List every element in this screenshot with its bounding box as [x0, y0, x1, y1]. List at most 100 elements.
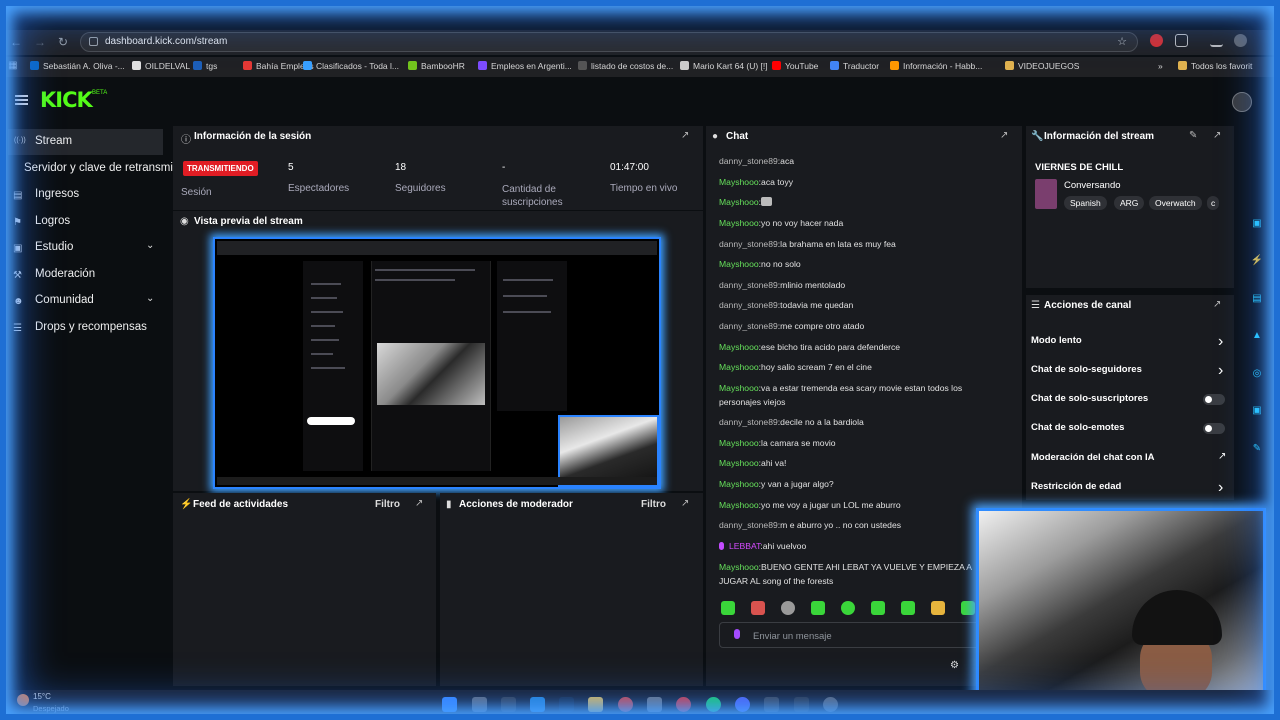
sidebar-item-4[interactable]: ▣ Estudio ⌄ — [0, 235, 170, 261]
activity-filter-button[interactable]: Filtro — [375, 499, 400, 510]
weather-desc[interactable]: Despejado — [33, 704, 69, 713]
chat-message[interactable]: danny_stone89:decile no a la bardiola — [719, 416, 984, 430]
expand-icon[interactable]: ↗ — [681, 130, 689, 141]
mic-icon[interactable] — [734, 629, 740, 639]
emote-icon[interactable] — [781, 601, 795, 615]
bookmark-label[interactable]: Todos los favorit — [1191, 61, 1252, 71]
bookmark-label[interactable]: Traductor — [843, 61, 879, 71]
emote-icon[interactable] — [721, 601, 735, 615]
chat-message[interactable]: Mayshooo:ahi va! — [719, 457, 984, 471]
sidebar-item-1[interactable]: Servidor y clave de retransmisión — [0, 156, 194, 182]
chat-input[interactable]: Enviar un mensaje — [719, 622, 981, 648]
stream-tag[interactable]: Spanish — [1064, 196, 1107, 210]
side-tool-icon[interactable]: ▣ — [1244, 218, 1270, 236]
chat-username[interactable]: Mayshooo — [719, 479, 759, 489]
sidebar-item-2[interactable]: ▤ Ingresos — [0, 182, 170, 208]
chat-username[interactable]: danny_stone89 — [719, 239, 778, 249]
chat-message[interactable]: Mayshooo:ese bicho tira acido para defen… — [719, 341, 984, 355]
chat-username[interactable]: danny_stone89 — [719, 520, 778, 530]
explorer-icon[interactable] — [588, 697, 603, 712]
expand-icon[interactable]: ↗ — [415, 498, 423, 509]
chevron-right-icon[interactable]: › — [1218, 479, 1223, 497]
chat-username[interactable]: danny_stone89 — [719, 417, 778, 427]
emote-icon[interactable] — [871, 601, 885, 615]
channel-action-0[interactable]: Modo lento — [1031, 335, 1082, 346]
chat-username[interactable]: Mayshooo — [719, 177, 759, 187]
chat-username[interactable]: Mayshooo — [719, 197, 759, 207]
forward-icon[interactable]: → — [34, 35, 46, 49]
bookmark-label[interactable]: tgs — [206, 61, 217, 71]
search-icon[interactable] — [472, 697, 487, 712]
weather-temp[interactable]: 15°C — [33, 692, 51, 701]
bookmark-1[interactable]: OILDELVAL — [132, 61, 190, 71]
side-tool-icon[interactable]: ✎ — [1244, 443, 1270, 461]
channel-action-5[interactable]: Restricción de edad — [1031, 481, 1121, 492]
more-bookmarks-icon[interactable]: » — [1158, 61, 1163, 71]
bookmark-10[interactable]: Traductor — [830, 61, 879, 71]
user-avatar[interactable] — [1232, 92, 1252, 112]
emote-icon[interactable] — [841, 601, 855, 615]
chat-message[interactable]: Mayshooo:hoy salio scream 7 en el cine — [719, 361, 984, 375]
side-tool-icon[interactable]: ▲ — [1244, 330, 1270, 348]
expand-icon[interactable]: ↗ — [1213, 130, 1221, 141]
chat-message[interactable]: Mayshooo:yo no voy hacer nada — [719, 217, 984, 231]
chat-message[interactable]: danny_stone89:aca — [719, 155, 984, 169]
chat-message[interactable]: LEBBAT:ahi vuelvoo — [719, 540, 984, 554]
side-tool-icon[interactable]: ◎ — [1244, 368, 1270, 386]
chat-input-placeholder[interactable]: Enviar un mensaje — [753, 631, 832, 642]
profile-icon[interactable] — [1234, 34, 1247, 47]
bookmark-8[interactable]: Mario Kart 64 (U) [!] — [680, 61, 768, 71]
stream-tag[interactable]: c — [1207, 196, 1220, 210]
toggle-switch[interactable] — [1203, 423, 1225, 434]
chat-username[interactable]: danny_stone89 — [719, 321, 778, 331]
chevron-right-icon[interactable]: › — [1218, 362, 1223, 380]
url-text[interactable]: dashboard.kick.com/stream — [105, 36, 227, 47]
chat-username[interactable]: Mayshooo — [719, 218, 759, 228]
bookmark-label[interactable]: VIDEOJUEGOS — [1018, 61, 1079, 71]
external-link-icon[interactable]: ↗ — [1218, 451, 1226, 462]
chat-username[interactable]: Mayshooo — [719, 342, 759, 352]
discord-icon[interactable] — [735, 697, 750, 712]
stream-tag[interactable]: Overwatch — [1149, 196, 1202, 210]
chat-message[interactable]: Mayshooo:va a estar tremenda esa scary m… — [719, 382, 984, 409]
chat-username[interactable]: Mayshooo — [719, 562, 759, 572]
chat-message[interactable]: danny_stone89:mlinio mentolado — [719, 279, 984, 293]
chat-message[interactable]: danny_stone89:m e aburro yo .. no con us… — [719, 519, 984, 533]
spotify-icon[interactable] — [706, 697, 721, 712]
chat-message[interactable]: Mayshooo:y van a jugar algo? — [719, 478, 984, 492]
chat-username[interactable]: danny_stone89 — [719, 156, 778, 166]
emote-icon[interactable] — [811, 601, 825, 615]
bookmark-label[interactable]: Sebastián A. Oliva -... — [43, 61, 125, 71]
chat-message[interactable]: Mayshooo:aca toyy — [719, 176, 984, 190]
menu-icon[interactable] — [15, 95, 28, 105]
channel-action-2[interactable]: Chat de solo-suscriptores — [1031, 393, 1148, 404]
chevron-right-icon[interactable]: › — [1218, 333, 1223, 351]
site-info-icon[interactable] — [89, 37, 98, 46]
chat-username[interactable]: Mayshooo — [719, 259, 759, 269]
chrome-icon[interactable] — [676, 697, 691, 712]
obs-icon[interactable] — [764, 697, 779, 712]
taskview-icon[interactable] — [501, 697, 516, 712]
bookmark-label[interactable]: BambooHR — [421, 61, 465, 71]
mod-filter-button[interactable]: Filtro — [641, 499, 666, 510]
extensions-puzzle-icon[interactable] — [1175, 34, 1188, 47]
kick-logo[interactable]: KICK — [40, 88, 93, 112]
chat-username[interactable]: danny_stone89 — [719, 300, 778, 310]
chat-username[interactable]: Mayshooo — [719, 500, 759, 510]
chat-username[interactable]: Mayshooo — [719, 383, 759, 393]
bookmark-label[interactable]: listado de costos de... — [591, 61, 673, 71]
back-icon[interactable]: ← — [10, 35, 22, 49]
reload-icon[interactable]: ↻ — [58, 35, 68, 49]
address-bar[interactable]: dashboard.kick.com/stream ☆ — [80, 32, 1138, 52]
side-tool-icon[interactable]: ▤ — [1244, 293, 1270, 311]
chat-message[interactable]: Mayshooo:no no solo — [719, 258, 984, 272]
sidebar-item-5[interactable]: ⚒ Moderación — [0, 262, 170, 288]
settings-icon[interactable] — [823, 697, 838, 712]
bookmark-13[interactable]: Todos los favorit — [1178, 61, 1252, 71]
chat-username[interactable]: danny_stone89 — [719, 280, 778, 290]
chat-message[interactable]: Mayshooo:la camara se movio — [719, 437, 984, 451]
chevron-down-icon[interactable]: ⌄ — [146, 240, 154, 251]
chat-username[interactable]: Mayshooo — [719, 458, 759, 468]
chat-message[interactable]: Mayshooo:BUENO GENTE AHI LEBAT YA VUELVE… — [719, 561, 984, 588]
channel-action-4[interactable]: Moderación del chat con IA — [1031, 452, 1155, 463]
